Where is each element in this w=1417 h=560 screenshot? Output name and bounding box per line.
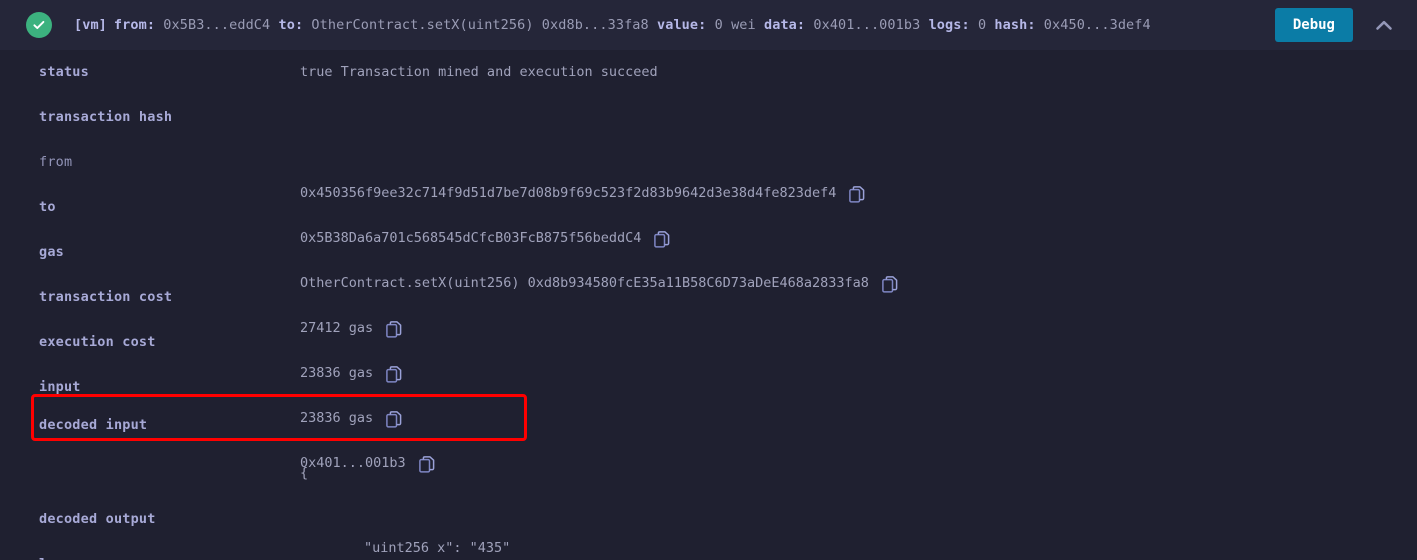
summary-value-to: OtherContract.setX(uint256) 0xd8b...33fa… xyxy=(311,17,649,33)
summary-key-to: to: xyxy=(278,17,304,33)
row-label-transaction-cost: transaction cost xyxy=(39,289,173,305)
summary-value-logs: 0 xyxy=(977,17,987,33)
detail-row-transaction-hash: transaction hash 0x450356f9ee32c714f9d51… xyxy=(0,95,1417,203)
row-label-transaction-hash: transaction hash xyxy=(39,109,173,125)
summary-value-data: 0x401...001b3 xyxy=(813,17,921,33)
row-label-gas: gas xyxy=(39,244,64,260)
status-text: true Transaction mined and execution suc… xyxy=(300,64,658,80)
detail-row-status: status true Transaction mined and execut… xyxy=(0,50,1417,95)
summary-key-vm: [vm] xyxy=(74,17,107,33)
summary-key-data: data: xyxy=(763,17,806,33)
transaction-summary-text: [vm] from: 0x5B3...eddC4 to: OtherContrac… xyxy=(74,18,1275,33)
detail-row-logs: logs [] xyxy=(0,542,1417,560)
summary-value-value: 0 wei xyxy=(714,17,756,33)
detail-row-input: input 0x401...001b3 xyxy=(0,365,1417,473)
summary-key-logs: logs: xyxy=(928,17,970,33)
summary-value-hash: 0x450...3def4 xyxy=(1043,17,1151,33)
transaction-summary-bar[interactable]: [vm] from: 0x5B3...eddC4 to: OtherContrac… xyxy=(0,0,1417,50)
summary-key-value: value: xyxy=(657,17,707,33)
row-label-decoded-output: decoded output xyxy=(39,511,156,527)
row-label-status: status xyxy=(39,64,89,80)
detail-row-from: from 0x5B38Da6a701c568545dCfcB03FcB875f5… xyxy=(0,140,1417,248)
row-label-decoded-input: decoded input xyxy=(39,417,148,433)
copy-icon[interactable] xyxy=(418,366,484,560)
row-label-logs: logs xyxy=(39,542,300,560)
success-check-icon xyxy=(26,12,52,38)
copy-icon[interactable] xyxy=(882,186,947,383)
summary-key-hash: hash: xyxy=(994,17,1036,33)
row-value-logs: [] xyxy=(300,542,1417,560)
summary-value-from: 0x5B3...eddC4 xyxy=(163,17,271,33)
row-value-status: true Transaction mined and execution suc… xyxy=(300,50,1417,95)
detail-row-decoded-input: decoded input { "uint256 x": "435" } xyxy=(0,410,1417,556)
copy-icon[interactable] xyxy=(329,543,394,560)
row-label-to: to xyxy=(39,199,56,215)
summary-key-from: from: xyxy=(113,17,156,33)
chevron-up-icon[interactable] xyxy=(1371,12,1397,38)
row-label-from: from xyxy=(39,154,73,170)
row-label-execution-cost: execution cost xyxy=(39,334,156,350)
debug-button[interactable]: Debug xyxy=(1274,8,1353,42)
copy-icon-secondary[interactable] xyxy=(417,543,482,560)
transaction-details: status true Transaction mined and execut… xyxy=(0,50,1417,560)
copy-icon[interactable] xyxy=(654,141,719,338)
row-label-input: input xyxy=(39,379,81,395)
detail-row-decoded-output: decoded output {} xyxy=(0,497,1417,542)
